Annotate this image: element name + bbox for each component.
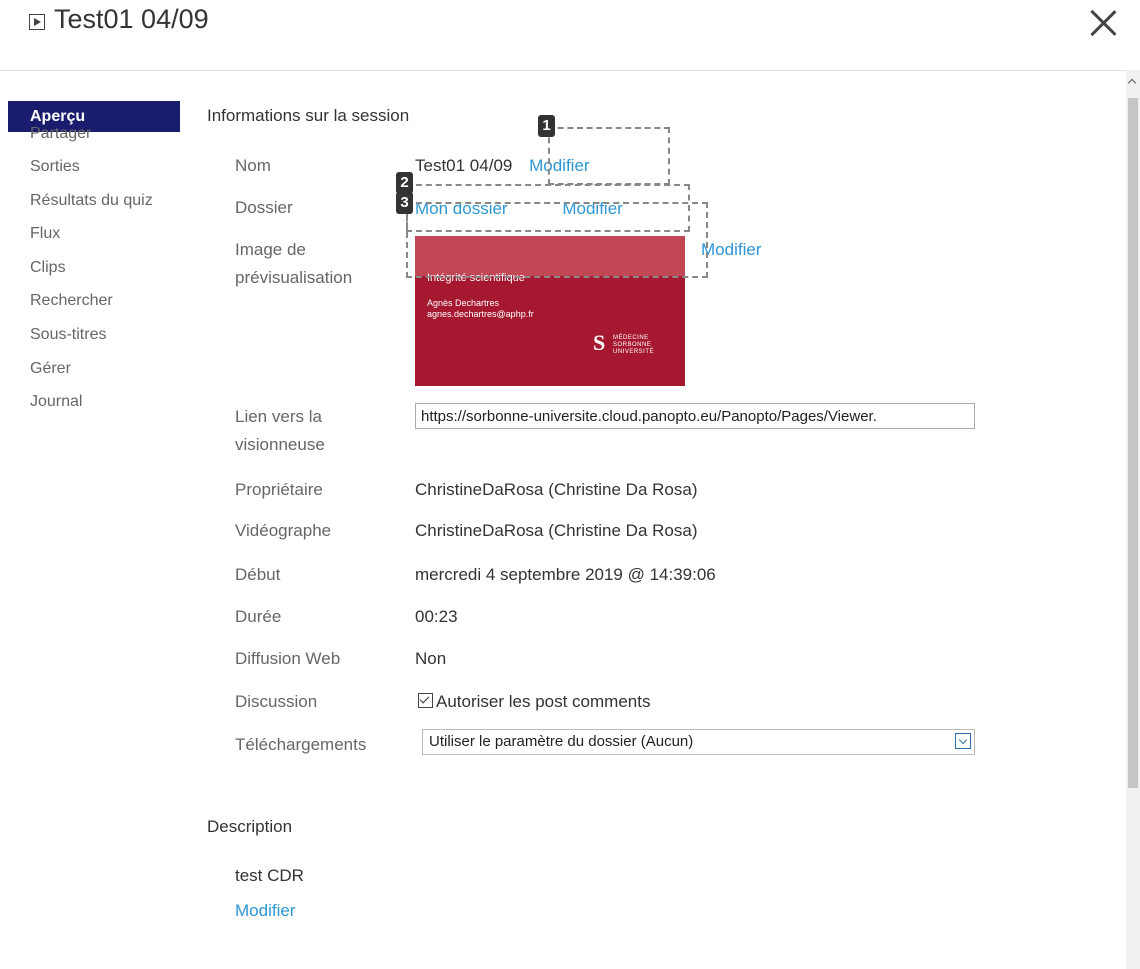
annotation-badge-2: 2	[396, 172, 413, 194]
preview-label: Image de prévisualisation	[235, 236, 352, 292]
viewer-link-label: Lien vers la visionneuse	[235, 403, 325, 459]
scroll-up-icon[interactable]	[1127, 78, 1137, 88]
start-value: mercredi 4 septembre 2019 @ 14:39:06	[415, 565, 716, 584]
logo-line2: SORBONNE	[613, 342, 652, 348]
duration-value: 00:23	[415, 607, 458, 626]
name-label: Nom	[235, 156, 271, 175]
duration-label: Durée	[235, 607, 282, 626]
thumbnail-author-email: agnes.dechartres@aphp.fr	[427, 309, 534, 319]
viewer-url-field[interactable]	[415, 403, 975, 429]
discussion-checkbox-label: Autoriser les post comments	[436, 692, 651, 711]
session-info-title: Informations sur la session	[207, 106, 410, 125]
sidebar-item-journal[interactable]: Journal	[8, 385, 180, 419]
sidebar-item-partager[interactable]: Partager	[8, 117, 180, 150]
downloads-select[interactable]: Utiliser le paramètre du dossier (Aucun)	[422, 729, 975, 755]
preview-label-line2: prévisualisation	[235, 268, 353, 287]
webcast-label: Diffusion Web	[235, 649, 341, 668]
close-icon[interactable]	[1086, 6, 1120, 40]
play-icon	[29, 14, 45, 30]
scroll-thumb[interactable]	[1128, 98, 1138, 788]
thumbnail-author: Agnès Dechartres agnes.dechartres@aphp.f…	[427, 298, 534, 320]
sidebar-item-clips[interactable]: Clips	[8, 251, 180, 285]
sidebar-item-resultats-quiz[interactable]: Résultats du quiz	[8, 184, 180, 218]
chevron-down-icon[interactable]	[955, 733, 971, 749]
description-edit-link[interactable]: Modifier	[235, 897, 295, 925]
annotation-box-1	[548, 127, 670, 185]
owner-label: Propriétaire	[235, 480, 323, 499]
description-text: test CDR	[235, 866, 304, 885]
thumbnail-author-name: Agnès Dechartres	[427, 298, 500, 308]
annotation-badge-1: 1	[538, 115, 555, 137]
sidebar: Aperçu Partager Sorties Résultats du qui…	[8, 101, 180, 419]
start-label: Début	[235, 565, 281, 584]
page-title: Test01 04/09	[54, 4, 209, 34]
sidebar-item-flux[interactable]: Flux	[8, 217, 180, 251]
downloads-selected-value: Utiliser le paramètre du dossier (Aucun)	[429, 733, 694, 750]
annotation-badge-3: 3	[396, 192, 413, 214]
annotation-box-3	[406, 202, 708, 278]
description-title: Description	[207, 817, 293, 836]
preview-edit-link[interactable]: Modifier	[701, 236, 761, 264]
scrollbar[interactable]	[1126, 70, 1140, 969]
preview-label-line1: Image de	[235, 240, 306, 259]
downloads-label: Téléchargements	[235, 735, 367, 754]
owner-value: ChristineDaRosa (Christine Da Rosa)	[415, 480, 698, 499]
checkbox-checked-icon[interactable]	[418, 693, 433, 708]
sidebar-item-sorties[interactable]: Sorties	[8, 150, 180, 184]
discussion-checkbox[interactable]: Autoriser les post comments	[418, 688, 650, 716]
logo-line1: MÉDECINE	[613, 335, 649, 341]
videographer-value: ChristineDaRosa (Christine Da Rosa)	[415, 521, 698, 540]
sidebar-item-rechercher[interactable]: Rechercher	[8, 284, 180, 318]
viewer-label-line1: Lien vers la	[235, 407, 322, 426]
name-value: Test01 04/09	[415, 156, 513, 175]
videographer-label: Vidéographe	[235, 521, 332, 540]
discussion-label: Discussion	[235, 692, 318, 711]
dialog-header: Test01 04/09	[0, 0, 1140, 71]
viewer-label-line2: visionneuse	[235, 435, 325, 454]
folder-label: Dossier	[235, 198, 293, 217]
sidebar-item-sous-titres[interactable]: Sous-titres	[8, 318, 180, 352]
webcast-value: Non	[415, 649, 447, 668]
logo-line3: UNIVERSITÉ	[613, 349, 655, 355]
sidebar-item-gerer[interactable]: Gérer	[8, 352, 180, 386]
